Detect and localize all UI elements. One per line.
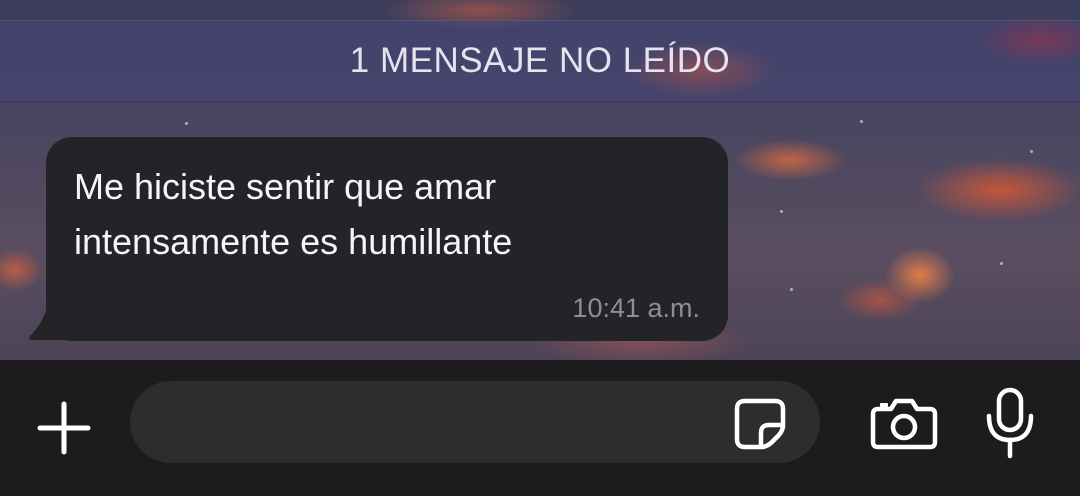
microphone-icon (986, 387, 1034, 459)
wallpaper-star (1030, 150, 1033, 153)
unread-messages-label: 1 MENSAJE NO LEÍDO (349, 41, 731, 80)
wallpaper-star (860, 120, 863, 123)
camera-button[interactable] (866, 394, 942, 454)
sticker-button[interactable] (730, 396, 790, 452)
plus-icon (37, 401, 91, 455)
message-input[interactable] (130, 381, 820, 463)
wallpaper-star (185, 122, 188, 125)
wallpaper-star (1000, 262, 1003, 265)
message-text: Me hiciste sentir que amar intensamente … (74, 166, 513, 262)
attach-button[interactable] (34, 398, 94, 458)
unread-messages-banner: 1 MENSAJE NO LEÍDO (0, 20, 1080, 102)
chat-screen: 1 MENSAJE NO LEÍDO Me hiciste sentir que… (0, 0, 1080, 496)
sticker-icon (734, 398, 786, 450)
wallpaper-star (790, 288, 793, 291)
wallpaper-star (780, 210, 783, 213)
incoming-message-bubble[interactable]: Me hiciste sentir que amar intensamente … (46, 137, 728, 341)
message-timestamp: 10:41 a.m. (572, 293, 700, 323)
camera-icon (870, 398, 938, 450)
microphone-button[interactable] (978, 384, 1042, 464)
